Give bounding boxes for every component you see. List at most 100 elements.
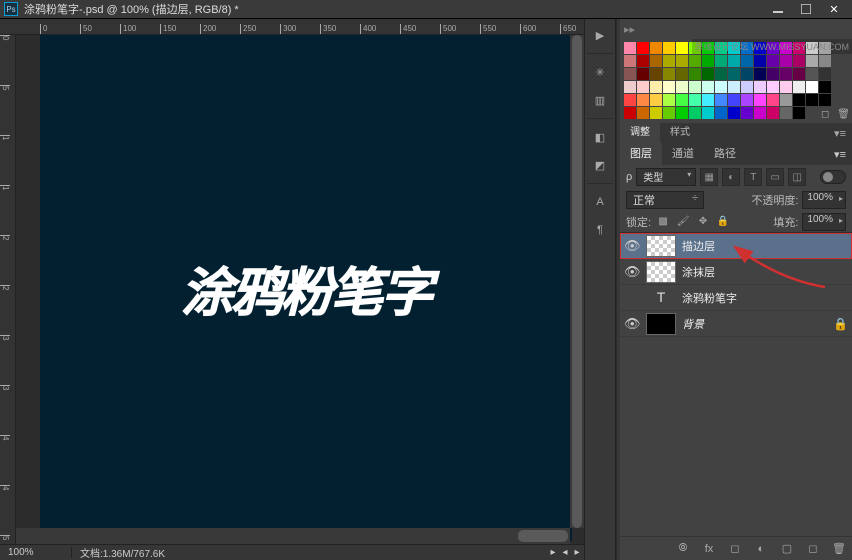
swatch[interactable] [806,68,818,80]
swatch[interactable] [728,68,740,80]
layer-fx-icon[interactable]: fx [700,540,718,558]
swatch[interactable] [702,55,714,67]
swatch[interactable] [650,94,662,106]
layer-mask-icon[interactable]: ◻ [726,540,744,558]
layer-row[interactable]: 👁涂抹层 [620,259,852,285]
swatch[interactable] [793,68,805,80]
blend-mode-select[interactable]: 正常 [626,191,704,209]
visibility-toggle[interactable]: 👁 [624,316,640,332]
swatch[interactable] [715,55,727,67]
swatch[interactable] [819,55,831,67]
document-canvas[interactable]: 涂鸦粉笔字 [40,35,572,541]
filter-pixel-icon[interactable]: ▦ [700,168,718,186]
new-swatch-icon[interactable]: ◻ [821,109,829,120]
swatch[interactable] [624,68,636,80]
swatch[interactable] [767,107,779,119]
swatch[interactable] [780,107,792,119]
swatch[interactable] [637,42,649,54]
swatch[interactable] [715,81,727,93]
lock-pixels-icon[interactable]: 🖌 [675,215,691,229]
swatch[interactable] [689,55,701,67]
swatch[interactable] [624,94,636,106]
scrollbar-horizontal[interactable] [16,528,570,544]
histogram-icon[interactable]: ▥ [588,88,612,112]
filter-text-icon[interactable]: T [744,168,762,186]
swatch[interactable] [754,107,766,119]
swatch[interactable] [663,107,675,119]
tab-styles[interactable]: 样式 [660,123,700,143]
swatch[interactable] [806,94,818,106]
swatch[interactable] [767,81,779,93]
status-arrow-left-icon[interactable]: ◂ [560,547,570,558]
tab-layers[interactable]: 图层 [620,143,662,165]
filter-kind-select[interactable]: 类型 [636,168,696,186]
swatch[interactable] [819,94,831,106]
swatch[interactable] [715,94,727,106]
swatch[interactable] [715,107,727,119]
play-icon[interactable]: ▶ [588,23,612,47]
swatch[interactable] [624,55,636,67]
swatch[interactable] [819,81,831,93]
swatch[interactable] [780,68,792,80]
swatch[interactable] [819,68,831,80]
layer-list[interactable]: 👁描边层👁涂抹层T涂鸦粉笔字👁背景🔒 [620,233,852,536]
swatch[interactable] [689,81,701,93]
swatch[interactable] [650,42,662,54]
lock-transparent-icon[interactable]: ▩ [655,215,671,229]
swatch[interactable] [650,81,662,93]
swatch[interactable] [728,94,740,106]
swatch[interactable] [689,68,701,80]
filter-toggle[interactable] [820,170,846,184]
swatch[interactable] [780,94,792,106]
swatch[interactable] [702,94,714,106]
swatch[interactable] [650,55,662,67]
character-icon[interactable]: A [588,190,612,214]
swatch[interactable] [663,81,675,93]
text-layer-icon[interactable]: T [646,287,676,309]
group-icon[interactable]: ▢ [778,540,796,558]
layer-name[interactable]: 涂抹层 [682,264,715,280]
swatch[interactable] [793,107,805,119]
swatch[interactable] [741,94,753,106]
swatch[interactable] [754,94,766,106]
swatch[interactable] [637,68,649,80]
lock-position-icon[interactable]: ✥ [695,215,711,229]
swatch[interactable] [780,55,792,67]
swatch[interactable] [676,107,688,119]
swatch[interactable] [728,81,740,93]
close-button[interactable]: ✕ [820,0,848,19]
delete-layer-icon[interactable]: 🗑 [830,540,848,558]
new-layer-icon[interactable]: ◻ [804,540,822,558]
opacity-value[interactable]: 100% [802,191,846,209]
swatch[interactable] [650,68,662,80]
swatch[interactable] [637,81,649,93]
swatch[interactable] [676,55,688,67]
swatch[interactable] [650,107,662,119]
wheel-icon[interactable]: ✳ [588,60,612,84]
delete-swatch-icon[interactable]: 🗑 [837,109,850,120]
swatch[interactable] [624,107,636,119]
layer-row[interactable]: 👁背景🔒 [620,311,852,337]
layer-thumbnail[interactable] [646,235,676,257]
swatch[interactable] [676,68,688,80]
swatch[interactable] [767,55,779,67]
properties-icon[interactable]: ◩ [588,153,612,177]
swatch[interactable] [637,94,649,106]
swatch[interactable] [754,68,766,80]
adjustments-menu-icon[interactable]: ▾≡ [828,127,852,140]
paragraph-icon[interactable]: ¶ [588,218,612,242]
swatch[interactable] [741,55,753,67]
layer-name[interactable]: 背景 [682,316,704,332]
visibility-toggle[interactable]: 👁 [624,238,640,254]
swatch[interactable] [793,94,805,106]
swatch[interactable] [728,107,740,119]
swatch[interactable] [741,107,753,119]
color-icon[interactable]: ◧ [588,125,612,149]
swatch[interactable] [754,55,766,67]
swatch[interactable] [741,81,753,93]
layer-name[interactable]: 描边层 [682,238,715,254]
swatch[interactable] [715,68,727,80]
swatch[interactable] [741,68,753,80]
swatch[interactable] [702,81,714,93]
swatch[interactable] [689,107,701,119]
